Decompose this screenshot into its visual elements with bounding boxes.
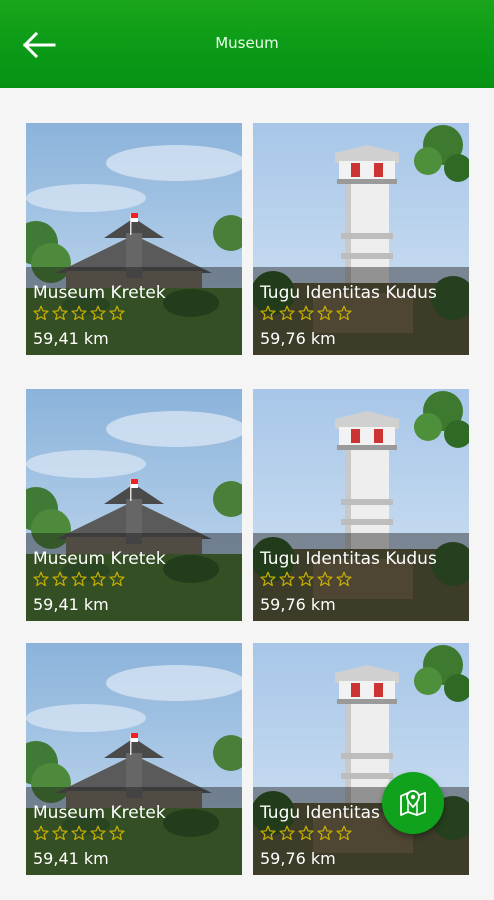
star-outline-icon (298, 825, 314, 841)
rating-stars (260, 305, 352, 321)
place-distance: 59,76 km (260, 595, 336, 614)
place-card[interactable]: Museum Kretek 59,41 km (26, 389, 242, 621)
star-outline-icon (298, 305, 314, 321)
star-outline-icon (52, 305, 68, 321)
star-outline-icon (90, 305, 106, 321)
star-outline-icon (260, 571, 276, 587)
star-outline-icon (317, 305, 333, 321)
place-card[interactable]: Museum Kretek 59,41 km (26, 123, 242, 355)
star-outline-icon (52, 825, 68, 841)
star-outline-icon (71, 571, 87, 587)
star-outline-icon (52, 571, 68, 587)
place-distance: 59,41 km (33, 329, 109, 348)
place-name: Museum Kretek (33, 549, 166, 569)
rating-stars (33, 571, 125, 587)
star-outline-icon (33, 825, 49, 841)
star-outline-icon (298, 571, 314, 587)
star-outline-icon (336, 305, 352, 321)
star-outline-icon (90, 571, 106, 587)
star-outline-icon (279, 825, 295, 841)
star-outline-icon (33, 571, 49, 587)
place-name: Museum Kretek (33, 283, 166, 303)
place-name: Tugu Identitas Kudus (260, 549, 437, 569)
place-distance: 59,41 km (33, 595, 109, 614)
rating-stars (33, 305, 125, 321)
place-name: Tugu Identitas Kudus (260, 283, 437, 303)
place-card[interactable]: Tugu Identitas Kudus 59,76 km (253, 389, 469, 621)
star-outline-icon (336, 825, 352, 841)
place-card[interactable]: Museum Kretek 59,41 km (26, 643, 242, 875)
star-outline-icon (260, 825, 276, 841)
star-outline-icon (279, 305, 295, 321)
star-outline-icon (71, 305, 87, 321)
star-outline-icon (279, 571, 295, 587)
star-outline-icon (33, 305, 49, 321)
star-outline-icon (90, 825, 106, 841)
map-marker-icon (400, 790, 426, 816)
place-distance: 59,76 km (260, 849, 336, 868)
rating-stars (260, 571, 352, 587)
star-outline-icon (71, 825, 87, 841)
star-outline-icon (317, 571, 333, 587)
star-outline-icon (109, 305, 125, 321)
place-card[interactable]: Tugu Identitas Kudus 59,76 km (253, 643, 469, 875)
star-outline-icon (260, 305, 276, 321)
page-title: Museum (215, 34, 279, 52)
star-outline-icon (336, 571, 352, 587)
star-outline-icon (109, 571, 125, 587)
rating-stars (260, 825, 352, 841)
star-outline-icon (317, 825, 333, 841)
place-distance: 59,41 km (33, 849, 109, 868)
app-bar: Museum (0, 0, 494, 88)
rating-stars (33, 825, 125, 841)
map-fab-button[interactable] (382, 772, 444, 834)
place-distance: 59,76 km (260, 329, 336, 348)
place-name: Museum Kretek (33, 803, 166, 823)
place-card[interactable]: Tugu Identitas Kudus 59,76 km (253, 123, 469, 355)
star-outline-icon (109, 825, 125, 841)
